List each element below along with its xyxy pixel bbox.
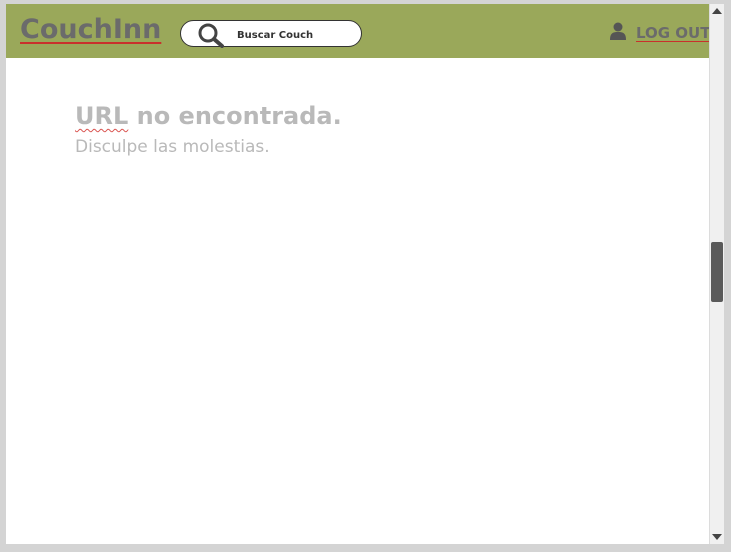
vertical-scrollbar[interactable] — [709, 4, 724, 544]
brand-logo-link[interactable]: CouchInn — [20, 14, 161, 45]
error-title-url: URL — [75, 102, 129, 130]
search-icon[interactable] — [197, 22, 225, 48]
scroll-thumb[interactable] — [711, 242, 723, 302]
user-icon — [610, 22, 626, 40]
scroll-up-arrow-icon[interactable] — [712, 8, 722, 14]
error-subtitle: Disculpe las molestias. — [75, 137, 270, 157]
browser-viewport: CouchInn LOG OUT URL no encontrada. Disc… — [6, 4, 709, 544]
error-title: URL no encontrada. — [75, 102, 342, 130]
search-input[interactable] — [237, 27, 355, 43]
error-title-rest: no encontrada. — [128, 102, 342, 130]
top-navbar: CouchInn LOG OUT — [6, 4, 709, 58]
logout-link[interactable]: LOG OUT — [636, 24, 709, 42]
search-box[interactable] — [180, 20, 362, 48]
scroll-down-arrow-icon[interactable] — [712, 534, 722, 540]
